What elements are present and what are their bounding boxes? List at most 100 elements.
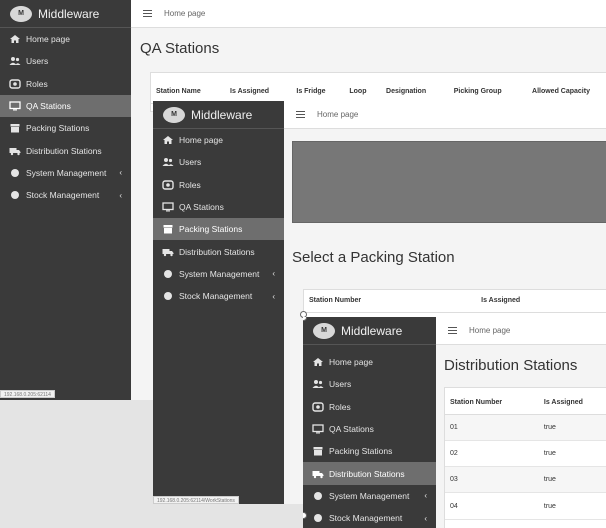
status-url: 192.168.0.205:62114/WorkStations	[153, 496, 239, 504]
monitor-icon	[162, 202, 174, 212]
nav-item-packing-stations[interactable]: Packing Stations	[0, 117, 131, 139]
nav-item-packing-stations[interactable]: Packing Stations	[153, 218, 284, 241]
users-icon	[312, 379, 324, 389]
chevron-left-icon: ‹	[272, 291, 275, 301]
column-header-picking-group[interactable]: Picking Group	[448, 81, 528, 104]
is-assigned-cell: true	[538, 466, 606, 494]
nav-item-label: Users	[26, 56, 49, 67]
topbar: Home page	[131, 0, 606, 28]
hamburger-icon[interactable]	[296, 110, 305, 119]
nav-item-distribution-stations[interactable]: Distribution Stations	[0, 139, 131, 161]
status-url: 192.168.0.205:62114	[0, 390, 55, 398]
station-number-cell: 04	[445, 492, 539, 520]
nav-item-distribution-stations[interactable]: Distribution Stations	[303, 462, 436, 485]
nav-item-stock-management[interactable]: Stock Management ‹	[303, 507, 436, 528]
station-number-cell: 03	[445, 466, 539, 494]
page-title: Select a Packing Station	[292, 249, 455, 266]
brand-name: Middleware	[38, 6, 100, 21]
column-header-allowed-capacity[interactable]: Allowed Capacity	[527, 81, 606, 104]
nav-item-label: System Management	[329, 490, 410, 501]
brand-name: Middleware	[341, 323, 403, 338]
breadcrumb[interactable]: Home page	[469, 326, 510, 335]
nav-item-stock-management[interactable]: Stock Management ‹	[0, 184, 131, 206]
nav-item-distribution-stations[interactable]: Distribution Stations	[153, 240, 284, 262]
nav-item-label: Distribution Stations	[329, 468, 405, 479]
brand[interactable]: M Middleware	[303, 317, 436, 345]
hamburger-icon[interactable]	[448, 326, 457, 335]
table-row[interactable]: 02 true	[445, 440, 606, 468]
is-assigned-cell: true	[538, 440, 606, 468]
column-header-is-assigned[interactable]: Is Assigned	[538, 392, 606, 415]
truck-icon	[9, 146, 21, 156]
nav-item-users[interactable]: Users	[153, 151, 284, 173]
page-title: Distribution Stations	[444, 357, 578, 374]
nav-item-qa-stations[interactable]: QA Stations	[153, 196, 284, 218]
nav-item-home-page[interactable]: Home page	[303, 351, 436, 373]
logo-icon: M	[10, 5, 32, 22]
brand[interactable]: M Middleware	[153, 101, 284, 129]
column-header-designation[interactable]: Designation	[381, 81, 449, 104]
box-icon	[162, 224, 174, 234]
nav-item-qa-stations[interactable]: QA Stations	[303, 418, 436, 440]
nav-item-stock-management[interactable]: Stock Management ‹	[153, 285, 284, 307]
nav-item-label: Roles	[329, 401, 351, 412]
breadcrumb[interactable]: Home page	[164, 9, 205, 18]
circle-icon	[312, 491, 324, 501]
nav-item-label: Distribution Stations	[179, 246, 255, 257]
nav-item-label: QA Stations	[179, 202, 224, 213]
nav-item-label: Packing Stations	[26, 123, 90, 134]
column-header-is-fridge[interactable]: Is Fridge	[291, 81, 345, 104]
monitor-icon	[312, 424, 324, 434]
topbar: Home page	[436, 317, 606, 345]
brand[interactable]: M Middleware	[0, 0, 131, 28]
table-row[interactable]: 04 true	[445, 492, 606, 520]
nav-item-label: Distribution Stations	[26, 145, 102, 156]
nav-item-qa-stations[interactable]: QA Stations	[0, 94, 131, 118]
box-icon	[312, 446, 324, 456]
circle-icon	[162, 291, 174, 301]
column-header-is-assigned[interactable]: Is Assigned	[476, 290, 606, 313]
sidebar: M Middleware Home page Users Roles QA Stati…	[303, 317, 436, 528]
chevron-left-icon: ‹	[424, 491, 427, 501]
nav-item-packing-stations[interactable]: Packing Stations	[303, 440, 436, 462]
nav-item-users[interactable]: Users	[303, 373, 436, 395]
distribution-stations-table-card: Station Number Is Assigned 01 true 02 true 03…	[444, 387, 606, 528]
circle-icon	[312, 513, 324, 523]
nav-item-roles[interactable]: Roles	[0, 73, 131, 95]
nav-item-label: System Management	[179, 268, 260, 279]
logo-icon: M	[313, 322, 335, 339]
nav-item-home-page[interactable]: Home page	[0, 28, 131, 50]
nav-item-label: Users	[179, 157, 202, 168]
column-header-station-number[interactable]: Station Number	[445, 392, 539, 415]
circle-icon	[9, 168, 21, 178]
nav-item-label: Roles	[26, 78, 48, 89]
nav-item-roles[interactable]: Roles	[153, 174, 284, 196]
column-header-loop[interactable]: Loop	[344, 81, 382, 104]
nav-item-label: System Management	[26, 167, 107, 178]
nav-item-label: Packing Stations	[329, 446, 393, 457]
column-header-station-number[interactable]: Station Number	[304, 290, 477, 313]
column-header-station-name[interactable]: Station Name	[151, 81, 226, 104]
nav-item-label: Home page	[329, 357, 373, 368]
brand-name: Middleware	[191, 107, 253, 122]
home-icon	[312, 357, 324, 367]
nav-item-roles[interactable]: Roles	[303, 396, 436, 418]
nav-item-users[interactable]: Users	[0, 50, 131, 72]
nav-item-system-management[interactable]: System Management ‹	[0, 162, 131, 184]
circle-icon	[162, 269, 174, 279]
hamburger-icon[interactable]	[143, 9, 152, 18]
home-icon	[9, 34, 21, 44]
breadcrumb[interactable]: Home page	[317, 110, 358, 119]
table-row[interactable]: 01 true	[445, 414, 606, 441]
column-header-is-assigned[interactable]: Is Assigned	[225, 81, 292, 104]
table-row[interactable]: 03 true	[445, 466, 606, 494]
nav-item-label: Users	[329, 379, 352, 390]
monitor-icon	[9, 101, 21, 111]
station-number-cell: 01	[445, 414, 539, 441]
nav-item-home-page[interactable]: Home page	[153, 129, 284, 151]
home-icon	[162, 135, 174, 145]
nav-item-system-management[interactable]: System Management ‹	[303, 485, 436, 507]
nav-item-system-management[interactable]: System Management ‹	[153, 263, 284, 285]
nav-menu: Home page Users Roles QA Stations Packing St…	[153, 129, 284, 307]
sidebar: M Middleware Home page Users Roles QA Stati…	[153, 101, 284, 504]
